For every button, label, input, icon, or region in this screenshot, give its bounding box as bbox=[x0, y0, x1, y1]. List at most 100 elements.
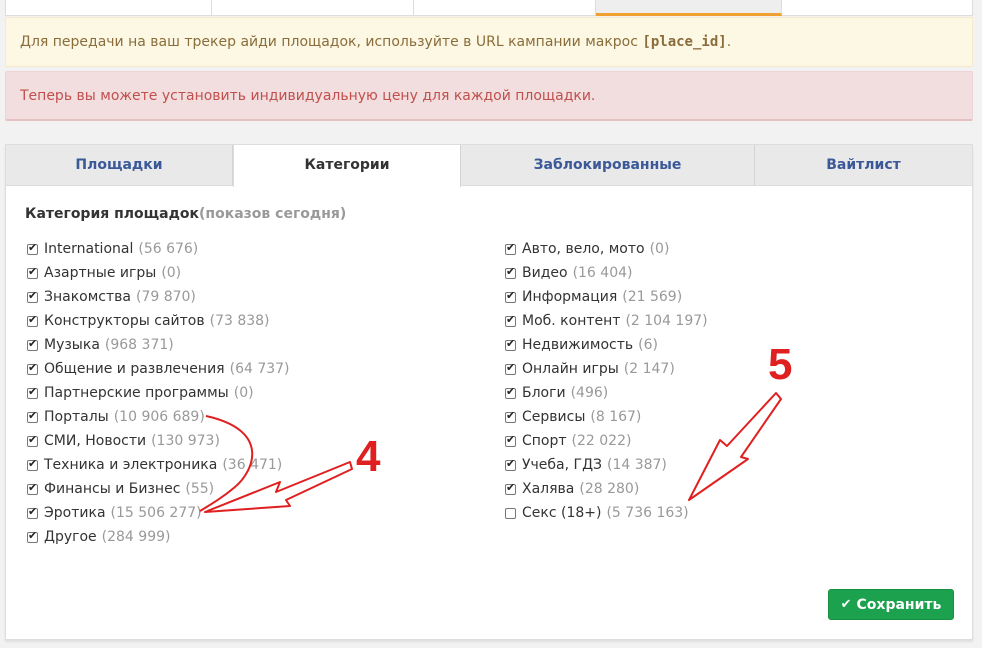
top-tab-1[interactable] bbox=[6, 0, 212, 15]
category-count: (0) bbox=[649, 241, 670, 257]
category-checkbox[interactable] bbox=[27, 481, 38, 495]
category-count: (64 737) bbox=[229, 361, 290, 377]
category-checkbox[interactable] bbox=[27, 265, 38, 279]
category-label: Секс (18+) bbox=[522, 505, 602, 521]
category-label: Авто, вело, мото bbox=[522, 241, 645, 257]
category-checkbox[interactable] bbox=[27, 313, 38, 327]
category-row[interactable]: Другое(284 999) bbox=[27, 525, 290, 549]
category-checkbox[interactable] bbox=[27, 337, 38, 351]
category-checkbox[interactable] bbox=[505, 457, 516, 471]
category-row[interactable]: Сервисы(8 167) bbox=[505, 405, 708, 429]
category-label: Моб. контент bbox=[522, 313, 621, 329]
category-row[interactable]: Спорт(22 022) bbox=[505, 429, 708, 453]
category-checkbox[interactable] bbox=[505, 289, 516, 303]
category-row[interactable]: Моб. контент(2 104 197) bbox=[505, 309, 708, 333]
category-row[interactable]: Техника и электроника(36 471) bbox=[27, 453, 290, 477]
category-row[interactable]: Азартные игры(0) bbox=[27, 261, 290, 285]
category-label: Музыка bbox=[44, 337, 100, 353]
category-checkbox[interactable] bbox=[27, 505, 38, 519]
category-row[interactable]: Учеба, ГДЗ(14 387) bbox=[505, 453, 708, 477]
category-label: Сервисы bbox=[522, 409, 586, 425]
category-row[interactable]: Информация(21 569) bbox=[505, 285, 708, 309]
category-row[interactable]: Общение и развлечения(64 737) bbox=[27, 357, 290, 381]
tab-blocked[interactable]: Заблокированные bbox=[461, 145, 755, 186]
category-count: (968 371) bbox=[104, 337, 174, 353]
category-checkbox[interactable] bbox=[27, 385, 38, 399]
category-count: (73 838) bbox=[209, 313, 270, 329]
category-label: Эротика bbox=[44, 505, 106, 521]
category-checkbox[interactable] bbox=[505, 361, 516, 375]
category-count: (15 506 277) bbox=[110, 505, 202, 521]
category-row[interactable]: Знакомства(79 870) bbox=[27, 285, 290, 309]
alert-danger-text: Теперь вы можете установить индивидуальн… bbox=[20, 88, 596, 104]
category-label: Недвижимость bbox=[522, 337, 634, 353]
category-checkbox[interactable] bbox=[27, 409, 38, 423]
category-checkbox[interactable] bbox=[27, 289, 38, 303]
category-count: (284 999) bbox=[101, 529, 171, 545]
category-row[interactable]: Музыка(968 371) bbox=[27, 333, 290, 357]
category-row[interactable]: International(56 676) bbox=[27, 237, 290, 261]
category-row[interactable]: Авто, вело, мото(0) bbox=[505, 237, 708, 261]
categories-title-suffix: (показов сегодня) bbox=[199, 206, 347, 222]
category-row[interactable]: Халява(28 280) bbox=[505, 477, 708, 501]
tab-categories[interactable]: Категории bbox=[233, 145, 461, 187]
category-count: (14 387) bbox=[606, 457, 667, 473]
tab-places[interactable]: Площадки bbox=[6, 145, 233, 186]
top-tab-3[interactable] bbox=[414, 0, 596, 15]
panel-tabs: Площадки Категории Заблокированные Вайтл… bbox=[6, 145, 972, 187]
category-label: Учеба, ГДЗ bbox=[522, 457, 602, 473]
category-row[interactable]: Партнерские программы(0) bbox=[27, 381, 290, 405]
category-checkbox[interactable] bbox=[27, 529, 38, 543]
category-label: Знакомства bbox=[44, 289, 131, 305]
category-label: Партнерские программы bbox=[44, 385, 229, 401]
category-checkbox[interactable] bbox=[505, 241, 516, 255]
category-checkbox[interactable] bbox=[505, 313, 516, 327]
category-checkbox[interactable] bbox=[27, 433, 38, 447]
category-checkbox[interactable] bbox=[505, 481, 516, 495]
category-label: Блоги bbox=[522, 385, 566, 401]
category-row[interactable]: Недвижимость(6) bbox=[505, 333, 708, 357]
top-tab-active[interactable] bbox=[596, 0, 782, 16]
category-checkbox[interactable] bbox=[505, 265, 516, 279]
check-icon: ✔ bbox=[840, 597, 852, 612]
category-count: (10 906 689) bbox=[113, 409, 205, 425]
category-count: (130 973) bbox=[151, 433, 220, 449]
category-checkbox[interactable] bbox=[27, 361, 38, 375]
category-label: International bbox=[44, 241, 134, 257]
category-label: Онлайн игры bbox=[522, 361, 619, 377]
category-count: (55) bbox=[185, 481, 215, 497]
category-count: (6) bbox=[638, 337, 658, 353]
category-count: (2 104 197) bbox=[625, 313, 708, 329]
tab-whitelist[interactable]: Вайтлист bbox=[755, 145, 972, 186]
category-checkbox[interactable] bbox=[505, 409, 516, 423]
category-checkbox[interactable] bbox=[27, 241, 38, 255]
categories-title: Категория площадок bbox=[25, 206, 200, 222]
category-count: (496) bbox=[570, 385, 609, 401]
price-info-alert: Теперь вы можете установить индивидуальн… bbox=[5, 71, 973, 121]
category-checkbox[interactable] bbox=[505, 433, 516, 447]
category-row[interactable]: Онлайн игры(2 147) bbox=[505, 357, 708, 381]
save-button[interactable]: ✔ Сохранить bbox=[828, 589, 954, 620]
category-count: (0) bbox=[161, 265, 182, 281]
category-count: (21 569) bbox=[622, 289, 683, 305]
category-row[interactable]: СМИ, Новости(130 973) bbox=[27, 429, 290, 453]
category-checkbox[interactable] bbox=[505, 385, 516, 399]
category-count: (0) bbox=[233, 385, 254, 401]
category-row[interactable]: Финансы и Бизнес(55) bbox=[27, 477, 290, 501]
category-checkbox[interactable] bbox=[505, 337, 516, 351]
annotation-number-5: 5 bbox=[768, 340, 793, 389]
top-tab-2[interactable] bbox=[212, 0, 414, 15]
category-row[interactable]: Эротика(15 506 277) bbox=[27, 501, 290, 525]
category-row[interactable]: Видео(16 404) bbox=[505, 261, 708, 285]
category-row[interactable]: Секс (18+) (5 736 163) bbox=[505, 501, 708, 525]
category-checkbox[interactable] bbox=[505, 507, 516, 519]
category-row[interactable]: Блоги(496) bbox=[505, 381, 708, 405]
category-count: (8 167) bbox=[590, 409, 642, 425]
category-count: (28 280) bbox=[579, 481, 640, 497]
categories-heading: Категория площадок(показов сегодня) bbox=[25, 206, 346, 222]
category-label: Конструкторы сайтов bbox=[44, 313, 205, 329]
category-checkbox[interactable] bbox=[27, 457, 38, 471]
tracker-macro-alert: Для передачи на ваш трекер айди площадок… bbox=[5, 17, 973, 67]
category-row[interactable]: Конструкторы сайтов(73 838) bbox=[27, 309, 290, 333]
category-row[interactable]: Порталы(10 906 689) bbox=[27, 405, 290, 429]
